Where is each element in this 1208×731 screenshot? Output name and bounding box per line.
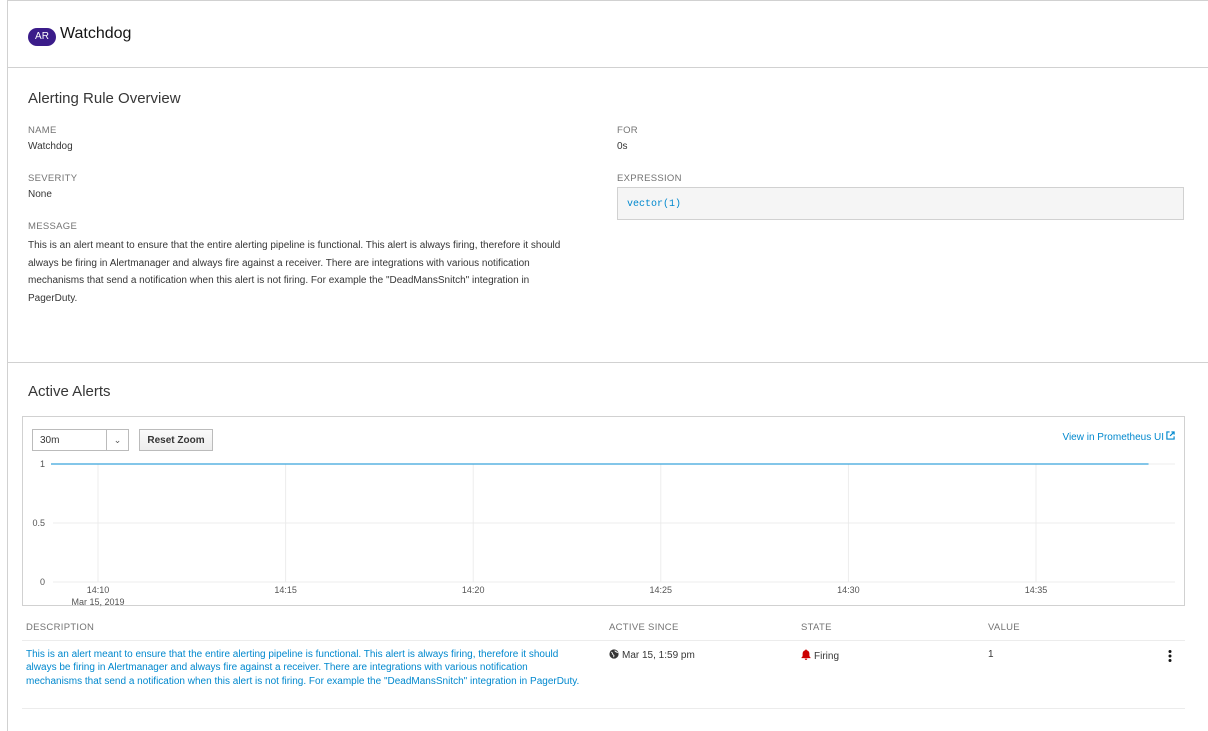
column-header-value: VALUE bbox=[988, 622, 1020, 633]
expression-box: vector(1) bbox=[617, 187, 1184, 220]
x-tick-label: 14:30 bbox=[837, 585, 860, 595]
name-label: NAME bbox=[28, 125, 57, 136]
x-tick-label: 14:15 bbox=[274, 585, 297, 595]
state-cell: Firing bbox=[801, 649, 839, 662]
expression-value: vector(1) bbox=[627, 199, 682, 210]
external-link-icon bbox=[1166, 431, 1175, 443]
for-label: FOR bbox=[617, 125, 638, 136]
y-tick-label: 0 bbox=[40, 577, 45, 587]
value-cell: 1 bbox=[988, 649, 994, 660]
x-tick-label: 14:10 bbox=[87, 585, 110, 595]
page-title: Watchdog bbox=[60, 25, 132, 42]
time-range-value: 30m bbox=[40, 435, 60, 446]
page-header: AR Watchdog bbox=[8, 1, 1208, 68]
alerts-chart-panel: 0 0.5 1 14:10 14:15 14:20 14:25 14:30 14:35 Mar 1… bbox=[22, 416, 1185, 607]
chevron-down-icon: ⌄ bbox=[106, 430, 128, 450]
x-tick-sublabel: Mar 15, 2019 bbox=[71, 597, 124, 607]
expression-label: EXPRESSION bbox=[617, 173, 682, 184]
state-value: Firing bbox=[814, 651, 840, 662]
time-range-dropdown[interactable]: 30m ⌄ bbox=[32, 429, 129, 451]
message-label: MESSAGE bbox=[28, 221, 78, 232]
for-value: 0s bbox=[617, 141, 628, 152]
table-row-divider bbox=[22, 708, 1185, 709]
alert-description-link[interactable]: This is an alert meant to ensure that th… bbox=[26, 648, 586, 688]
globe-icon bbox=[609, 649, 619, 659]
bell-icon bbox=[801, 649, 811, 660]
alerting-rule-badge: AR bbox=[28, 28, 56, 46]
y-tick-label: 0.5 bbox=[32, 518, 45, 528]
x-tick-label: 14:35 bbox=[1025, 585, 1048, 595]
active-since-value: Mar 15, 1:59 pm bbox=[622, 650, 695, 661]
reset-zoom-button[interactable]: Reset Zoom bbox=[139, 429, 213, 451]
severity-label: SEVERITY bbox=[28, 173, 78, 184]
severity-value: None bbox=[28, 189, 52, 200]
view-in-prometheus-link[interactable]: View in Prometheus UI bbox=[1062, 431, 1175, 443]
view-in-prometheus-label: View in Prometheus UI bbox=[1062, 432, 1164, 443]
y-tick-label: 1 bbox=[40, 459, 45, 469]
alerting-rule-overview: Alerting Rule Overview NAME Watchdog SEV… bbox=[8, 69, 1208, 363]
column-header-description: DESCRIPTION bbox=[26, 622, 95, 633]
active-since-cell: Mar 15, 1:59 pm bbox=[609, 649, 695, 661]
kebab-menu-icon[interactable] bbox=[1165, 649, 1175, 663]
active-alerts-title: Active Alerts bbox=[28, 383, 111, 400]
column-header-active-since: ACTIVE SINCE bbox=[609, 622, 679, 633]
column-header-state: STATE bbox=[801, 622, 832, 633]
x-tick-label: 14:20 bbox=[462, 585, 485, 595]
overview-title: Alerting Rule Overview bbox=[28, 90, 181, 107]
name-value: Watchdog bbox=[28, 141, 73, 152]
table-header-divider bbox=[22, 640, 1185, 641]
message-value: This is an alert meant to ensure that th… bbox=[28, 240, 561, 304]
page-frame: AR Watchdog Alerting Rule Overview NAME … bbox=[7, 0, 1208, 731]
x-tick-label: 14:25 bbox=[650, 585, 673, 595]
